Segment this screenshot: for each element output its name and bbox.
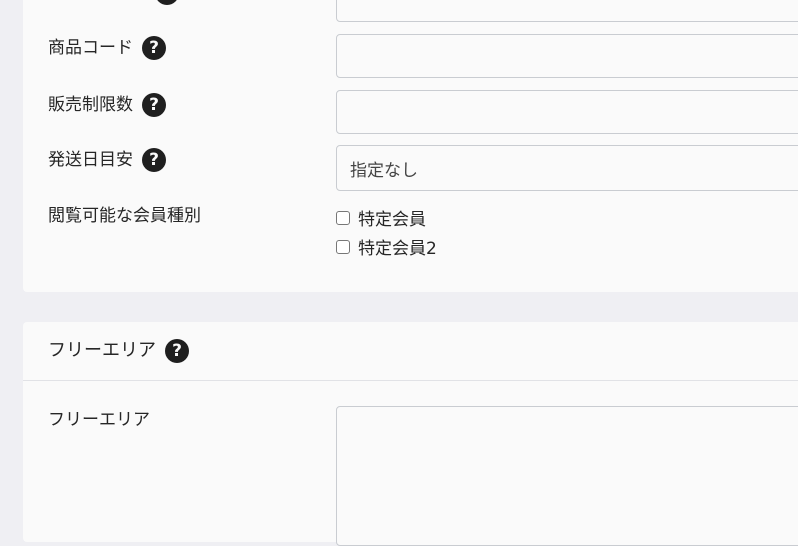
member-option-1[interactable]: 特定会員 — [336, 205, 426, 230]
help-icon[interactable]: ? — [142, 36, 166, 60]
sales-limit-label: 販売制限数 — [48, 95, 133, 115]
member-option-2-checkbox[interactable] — [336, 239, 350, 254]
member-option-2-label: 特定会員2 — [358, 239, 437, 259]
free-area-row-label: フリーエリア — [48, 409, 150, 431]
free-area-section-header[interactable]: フリーエリア ? — [48, 339, 189, 363]
member-type-row-label: 閲覧可能な会員種別 — [48, 205, 201, 227]
shipping-date-row-label: 発送日目安 ? — [48, 148, 166, 172]
member-option-1-label: 特定会員 — [358, 210, 426, 230]
product-code-row-label: 商品コード ? — [48, 36, 166, 60]
shipping-date-select[interactable]: 指定なし — [336, 145, 798, 191]
shipping-date-label: 発送日目安 — [48, 150, 133, 170]
section-divider — [23, 380, 798, 381]
member-option-2[interactable]: 特定会員2 — [336, 234, 437, 259]
help-icon[interactable]: ? — [142, 93, 166, 117]
help-icon[interactable]: ? — [165, 339, 189, 363]
member-type-label: 閲覧可能な会員種別 — [48, 206, 201, 226]
free-area-field-label: フリーエリア — [48, 410, 150, 430]
member-option-1-checkbox[interactable] — [336, 210, 350, 225]
help-icon[interactable]: ? — [142, 148, 166, 172]
clipped-input-field[interactable] — [336, 0, 798, 22]
sales-limit-input[interactable] — [336, 90, 798, 134]
product-code-label: 商品コード — [48, 38, 133, 58]
free-area-section-title: フリーエリア — [48, 340, 156, 361]
free-area-textarea[interactable] — [336, 406, 798, 546]
shipping-date-selected-value: 指定なし — [350, 160, 418, 181]
product-code-input[interactable] — [336, 34, 798, 78]
sales-limit-row-label: 販売制限数 ? — [48, 93, 166, 117]
